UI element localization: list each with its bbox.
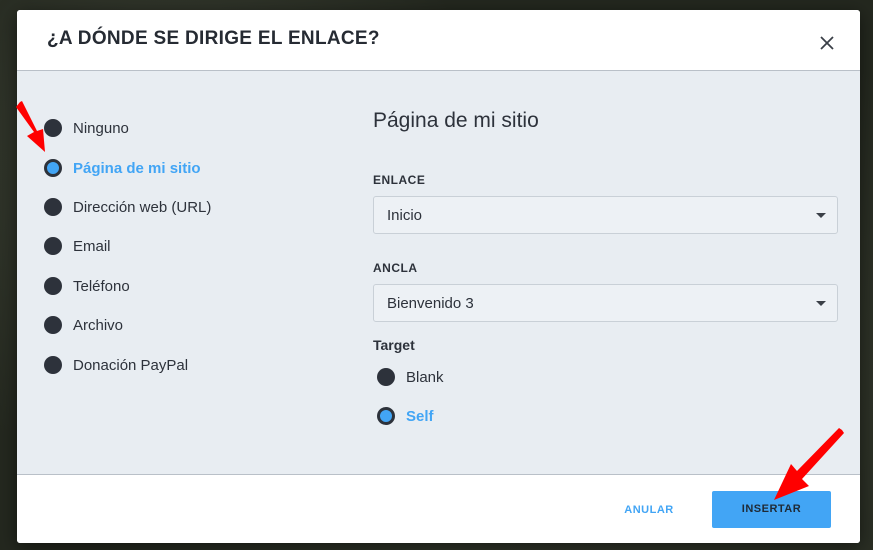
link-type-option-paypal[interactable]: Donación PayPal — [44, 354, 188, 376]
link-type-option-email[interactable]: Email — [44, 235, 111, 257]
link-select[interactable]: Inicio — [373, 196, 838, 234]
target-option-blank[interactable]: Blank — [377, 366, 444, 388]
dialog-body: Ninguno Página de mi sitio Dirección web… — [17, 71, 860, 474]
radio-checked-icon — [377, 407, 395, 425]
link-type-option-file[interactable]: Archivo — [44, 314, 123, 336]
target-option-self[interactable]: Self — [377, 405, 434, 427]
close-icon — [820, 36, 834, 50]
caret-down-icon — [816, 301, 826, 306]
target-label: Target — [373, 337, 415, 353]
option-label: Email — [73, 237, 111, 255]
cancel-button[interactable]: ANULAR — [613, 499, 685, 521]
option-label: Blank — [406, 368, 444, 386]
dialog-footer: ANULAR INSERTAR — [17, 474, 860, 543]
insert-button[interactable]: INSERTAR — [712, 491, 831, 528]
link-select-value: Inicio — [387, 207, 423, 224]
caret-down-icon — [816, 213, 826, 218]
link-type-option-none[interactable]: Ninguno — [44, 117, 129, 139]
radio-icon — [377, 368, 395, 386]
link-type-option-site-page[interactable]: Página de mi sitio — [44, 157, 201, 179]
radio-checked-icon — [44, 159, 62, 177]
option-label: Teléfono — [73, 277, 130, 295]
radio-icon — [44, 237, 62, 255]
radio-icon — [44, 198, 62, 216]
anchor-select[interactable]: Bienvenido 3 — [373, 284, 838, 322]
link-type-option-phone[interactable]: Teléfono — [44, 275, 130, 297]
radio-icon — [44, 277, 62, 295]
close-button[interactable] — [816, 32, 838, 54]
option-label: Página de mi sitio — [73, 159, 201, 177]
option-label: Archivo — [73, 316, 124, 334]
option-label: Self — [406, 407, 434, 425]
panel-title: Página de mi sitio — [373, 109, 539, 132]
option-label: Donación PayPal — [73, 356, 189, 374]
anchor-field-label: ANCLA — [373, 261, 418, 275]
link-field-label: ENLACE — [373, 173, 426, 187]
radio-icon — [44, 316, 62, 334]
link-type-option-url[interactable]: Dirección web (URL) — [44, 196, 211, 218]
option-label: Ninguno — [73, 119, 129, 137]
radio-icon — [44, 119, 62, 137]
dialog-header: ¿A DÓNDE SE DIRIGE EL ENLACE? — [17, 10, 860, 71]
anchor-select-value: Bienvenido 3 — [387, 295, 474, 312]
link-dialog: ¿A DÓNDE SE DIRIGE EL ENLACE? Ninguno Pá… — [17, 10, 860, 543]
radio-icon — [44, 356, 62, 374]
dialog-title: ¿A DÓNDE SE DIRIGE EL ENLACE? — [47, 28, 380, 49]
option-label: Dirección web (URL) — [73, 198, 212, 216]
